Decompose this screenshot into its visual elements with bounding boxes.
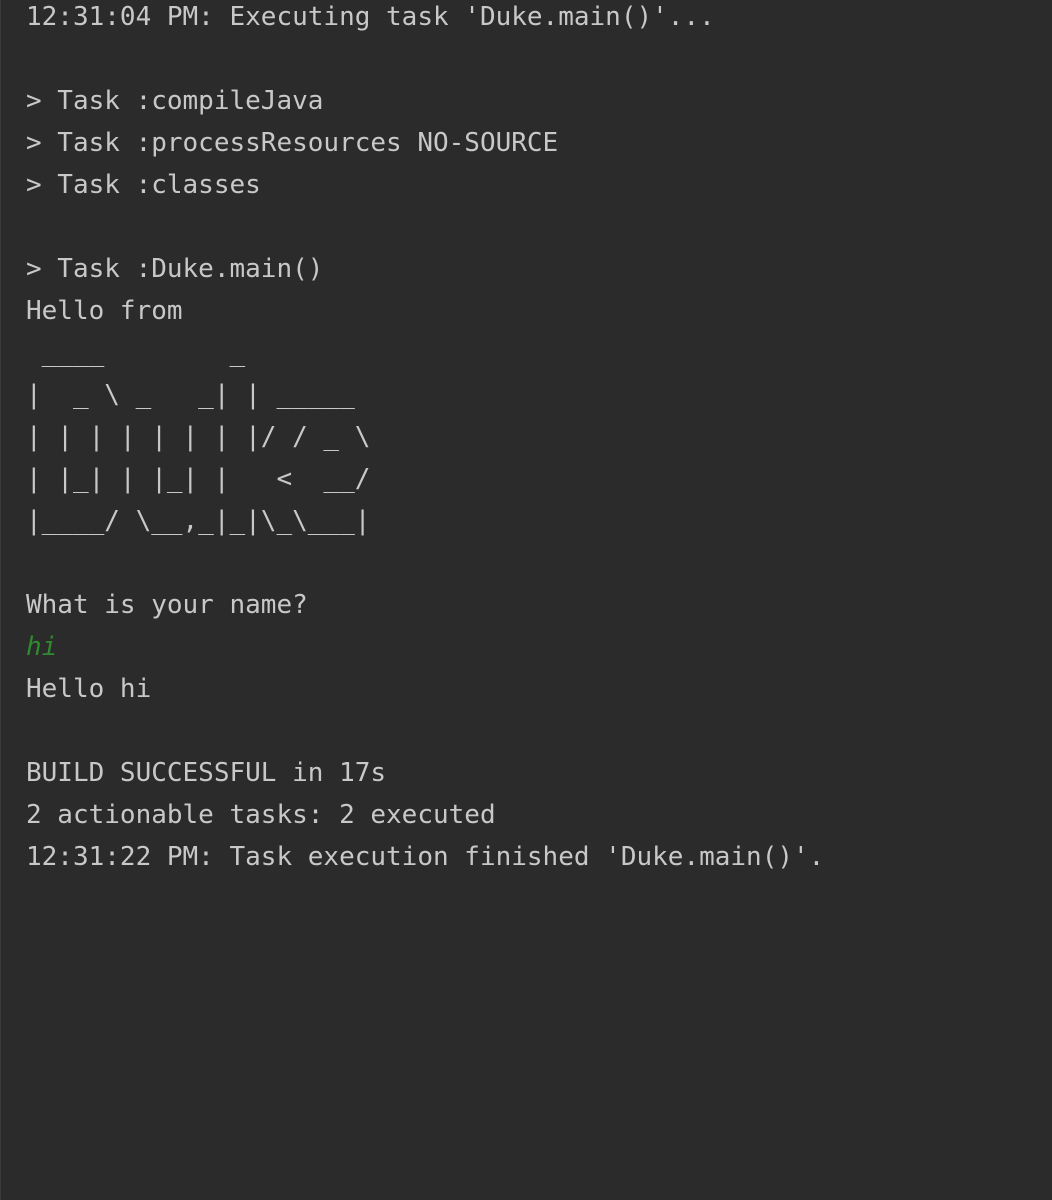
console-line-task-finished: 12:31:22 PM: Task execution finished 'Du… (26, 842, 825, 872)
ascii-logo-line-2: | _ \ _ _| | _____ (26, 380, 355, 410)
ascii-logo-line-1: ____ _ (26, 338, 246, 368)
console-line-task-start: 12:31:04 PM: Executing task 'Duke.main()… (26, 2, 715, 32)
console-line-greeting: Hello hi (26, 674, 152, 704)
ascii-logo-line-3: | | | | | | | |/ / _ \ (26, 422, 371, 452)
console-line-build-status: BUILD SUCCESSFUL in 17s (26, 758, 387, 788)
ascii-logo-line-4: | |_| | |_| | < __/ (26, 464, 371, 494)
console-line-process-resources: > Task :processResources NO-SOURCE (26, 128, 559, 158)
console-line-classes: > Task :classes (26, 170, 261, 200)
console-output-panel[interactable]: 12:31:04 PM: Executing task 'Duke.main()… (0, 0, 1052, 1200)
console-line-duke-main: > Task :Duke.main() (26, 254, 324, 284)
console-line-hello-from: Hello from (26, 296, 183, 326)
console-line-name-prompt: What is your name? (26, 590, 308, 620)
console-line-compile-java: > Task :compileJava (26, 86, 324, 116)
console-user-input[interactable]: hi (26, 630, 1052, 672)
ascii-logo-line-5: |____/ \__,_|_|\_\___| (26, 506, 371, 536)
console-line-task-summary: 2 actionable tasks: 2 executed (26, 800, 496, 830)
